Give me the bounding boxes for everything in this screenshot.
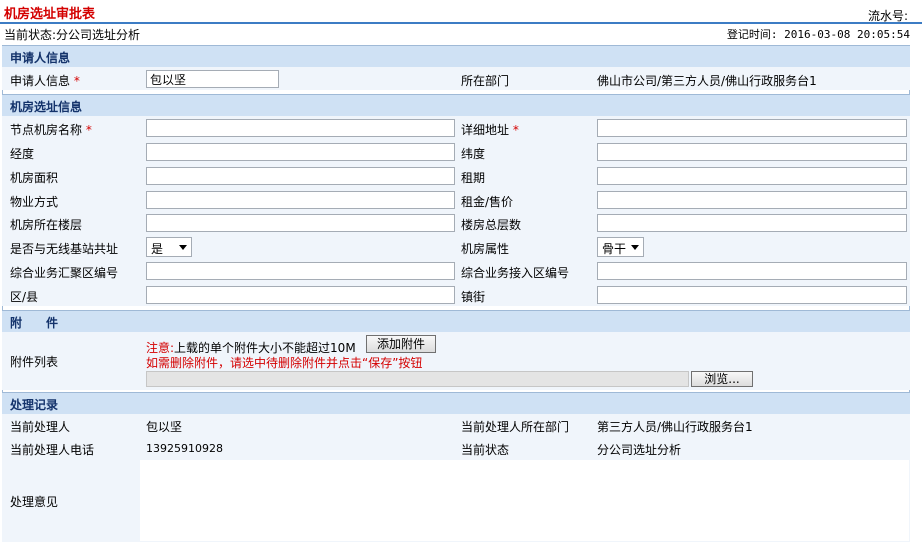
process-state-label: 当前状态 [461,443,510,457]
register-time-value: 2016-03-08 20:05:54 [784,28,910,41]
chevron-down-icon [631,245,639,250]
section-process: 处理记录 [2,392,910,415]
access-area-label: 综合业务接入区编号 [461,266,570,280]
handler-phone-label: 当前处理人电话 [10,443,95,457]
access-area-input[interactable] [597,262,907,280]
current-status: 当前状态:分公司选址分析 [4,26,140,43]
address-label: 详细地址 * [461,123,519,137]
dept-value: 佛山市公司/第三方人员/佛山行政服务台1 [597,74,817,88]
total-floors-input[interactable] [597,214,907,232]
browse-button[interactable]: 浏览... [691,371,753,387]
latitude-label: 纬度 [461,147,486,161]
section-attachment-title: 附 件 [10,316,59,330]
section-process-title: 处理记录 [10,398,59,412]
shared-site-select[interactable]: 是 [146,237,192,257]
process-state-value: 分公司选址分析 [597,443,682,457]
register-time: 登记时间: 2016-03-08 20:05:54 [727,26,910,42]
note-text: 上载的单个附件大小不能超过10M [174,341,356,355]
approval-form-page: 机房选址审批表 流水号: 当前状态:分公司选址分析 登记时间: 2016-03-… [0,0,922,549]
serial-number-label: 流水号: [867,9,908,23]
room-attr-label: 机房属性 [461,242,510,256]
handler-phone-value: 13925910928 [146,442,223,455]
handler-dept-label: 当前处理人所在部门 [461,420,570,434]
agg-area-label: 综合业务汇聚区编号 [10,266,119,280]
area-label: 机房面积 [10,171,59,185]
handler-dept-value: 第三方人员/佛山行政服务台1 [597,420,753,434]
district-label: 区/县 [10,290,39,304]
add-attachment-button[interactable]: 添加附件 [366,335,436,353]
latitude-input[interactable] [597,143,907,161]
delete-attachment-hint: 如需删除附件，请选中待删除附件并点击“保存”按钮 [146,356,423,370]
section-attachment: 附 件 [2,310,910,333]
town-input[interactable] [597,286,907,304]
floor-input[interactable] [146,214,455,232]
required-mark: * [512,123,519,137]
register-time-label: 登记时间: [726,28,778,41]
handler-value: 包以坚 [146,420,183,434]
opinion-area[interactable] [140,460,909,541]
lease-term-input[interactable] [597,167,907,185]
area-input[interactable] [146,167,455,185]
address-input[interactable] [597,119,907,137]
shared-site-value: 是 [151,242,164,256]
file-path-field[interactable] [146,371,689,387]
section-site-title: 机房选址信息 [10,100,83,114]
longitude-input[interactable] [146,143,455,161]
current-status-label: 当前状态: [4,28,57,42]
property-mode-input[interactable] [146,191,455,209]
chevron-down-icon [179,245,187,250]
section-applicant-title: 申请人信息 [10,51,71,65]
town-label: 镇街 [461,290,486,304]
form-title: 机房选址审批表 [4,7,96,22]
applicant-label: 申请人信息 * [10,74,80,88]
section-site: 机房选址信息 [2,94,910,117]
node-name-input[interactable] [146,119,455,137]
section-applicant: 申请人信息 [2,45,910,68]
room-attr-select[interactable]: 骨干 [597,237,644,257]
longitude-label: 经度 [10,147,35,161]
current-status-value: 分公司选址分析 [56,28,141,42]
opinion-label: 处理意见 [10,495,59,509]
floor-label: 机房所在楼层 [10,218,83,232]
required-mark: * [85,123,92,137]
property-mode-label: 物业方式 [10,195,59,209]
dept-label: 所在部门 [461,74,510,88]
status-line: 当前状态:分公司选址分析 登记时间: 2016-03-08 20:05:54 [0,25,922,43]
applicant-input[interactable] [146,70,279,88]
title-bar: 机房选址审批表 流水号: [0,0,922,24]
district-input[interactable] [146,286,455,304]
rent-label: 租金/售价 [461,195,514,209]
room-attr-value: 骨干 [602,242,627,256]
rent-input[interactable] [597,191,907,209]
required-mark: * [73,74,80,88]
agg-area-input[interactable] [146,262,455,280]
handler-label: 当前处理人 [10,420,71,434]
shared-site-label: 是否与无线基站共址 [10,242,119,256]
total-floors-label: 楼房总层数 [461,218,522,232]
attachment-list-label: 附件列表 [10,355,59,369]
note-prefix: 注意: [146,341,175,355]
lease-term-label: 租期 [461,171,486,185]
node-name-label: 节点机房名称 * [10,123,92,137]
